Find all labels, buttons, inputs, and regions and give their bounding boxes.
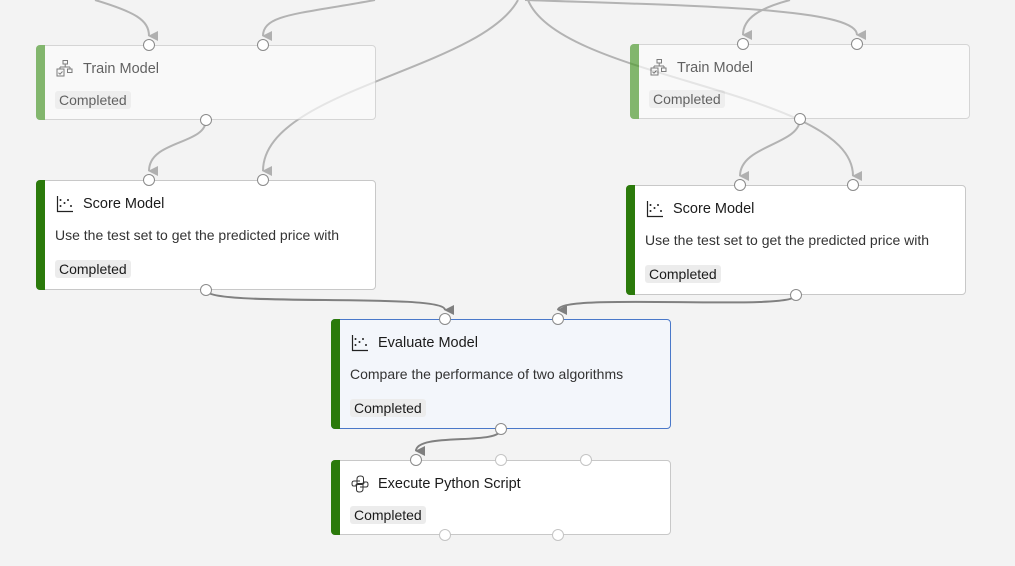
scatter-chart-icon: [645, 199, 665, 219]
input-port[interactable]: [580, 454, 592, 466]
input-port[interactable]: [495, 454, 507, 466]
status-bar: [626, 185, 635, 295]
status-badge: Completed: [350, 506, 426, 524]
input-port[interactable]: [847, 179, 859, 191]
status-badge: Completed: [649, 90, 725, 108]
input-port[interactable]: [257, 39, 269, 51]
scatter-chart-icon: [350, 333, 370, 353]
module-node-train-model-left[interactable]: Train Model Completed: [36, 45, 376, 120]
train-model-icon: [649, 58, 669, 78]
status-bar: [331, 319, 340, 429]
status-badge: Completed: [55, 260, 131, 278]
input-port[interactable]: [552, 313, 564, 325]
node-description: Use the test set to get the predicted pr…: [645, 232, 930, 248]
module-node-score-model-left[interactable]: Score Model Use the test set to get the …: [36, 180, 376, 290]
node-description: Use the test set to get the predicted pr…: [55, 227, 340, 243]
status-bar: [36, 45, 45, 120]
module-node-score-model-right[interactable]: Score Model Use the test set to get the …: [626, 185, 966, 295]
module-node-train-model-right[interactable]: Train Model Completed: [630, 44, 970, 119]
node-title: Execute Python Script: [378, 476, 521, 492]
input-port[interactable]: [737, 38, 749, 50]
output-port[interactable]: [200, 284, 212, 296]
input-port[interactable]: [257, 174, 269, 186]
status-bar: [331, 460, 340, 535]
edge: [94, 0, 159, 41]
edge: [524, 0, 867, 40]
input-port[interactable]: [734, 179, 746, 191]
edge: [742, 0, 791, 41]
output-port[interactable]: [200, 114, 212, 126]
input-port[interactable]: [851, 38, 863, 50]
scatter-chart-icon: [55, 194, 75, 214]
node-description: Compare the performance of two algorithm…: [350, 366, 624, 382]
node-title: Evaluate Model: [378, 335, 478, 351]
input-port[interactable]: [439, 313, 451, 325]
python-icon: [350, 474, 370, 494]
input-port[interactable]: [410, 454, 422, 466]
output-port[interactable]: [552, 529, 564, 541]
edge: [557, 294, 797, 316]
status-badge: Completed: [55, 91, 131, 109]
node-title: Score Model: [673, 201, 755, 217]
status-bar: [36, 180, 45, 290]
node-title: Train Model: [677, 60, 754, 76]
node-title: Score Model: [83, 196, 165, 212]
status-badge: Completed: [350, 399, 426, 417]
train-model-icon: [55, 59, 75, 79]
status-badge: Completed: [645, 265, 721, 283]
module-node-execute-python-script[interactable]: Execute Python Script Completed: [331, 460, 671, 535]
edge: [262, 0, 376, 42]
output-port[interactable]: [495, 423, 507, 435]
pipeline-canvas[interactable]: Train Model Completed Train Model Comple…: [0, 0, 1015, 566]
output-port[interactable]: [439, 529, 451, 541]
edge: [415, 428, 502, 457]
edge: [148, 119, 207, 177]
status-bar: [630, 44, 639, 119]
output-port[interactable]: [790, 289, 802, 301]
input-port[interactable]: [143, 174, 155, 186]
node-title: Train Model: [83, 61, 160, 77]
edge: [739, 118, 801, 182]
input-port[interactable]: [143, 39, 155, 51]
edge: [205, 289, 455, 315]
output-port[interactable]: [794, 113, 806, 125]
module-node-evaluate-model[interactable]: Evaluate Model Compare the performance o…: [331, 319, 671, 429]
